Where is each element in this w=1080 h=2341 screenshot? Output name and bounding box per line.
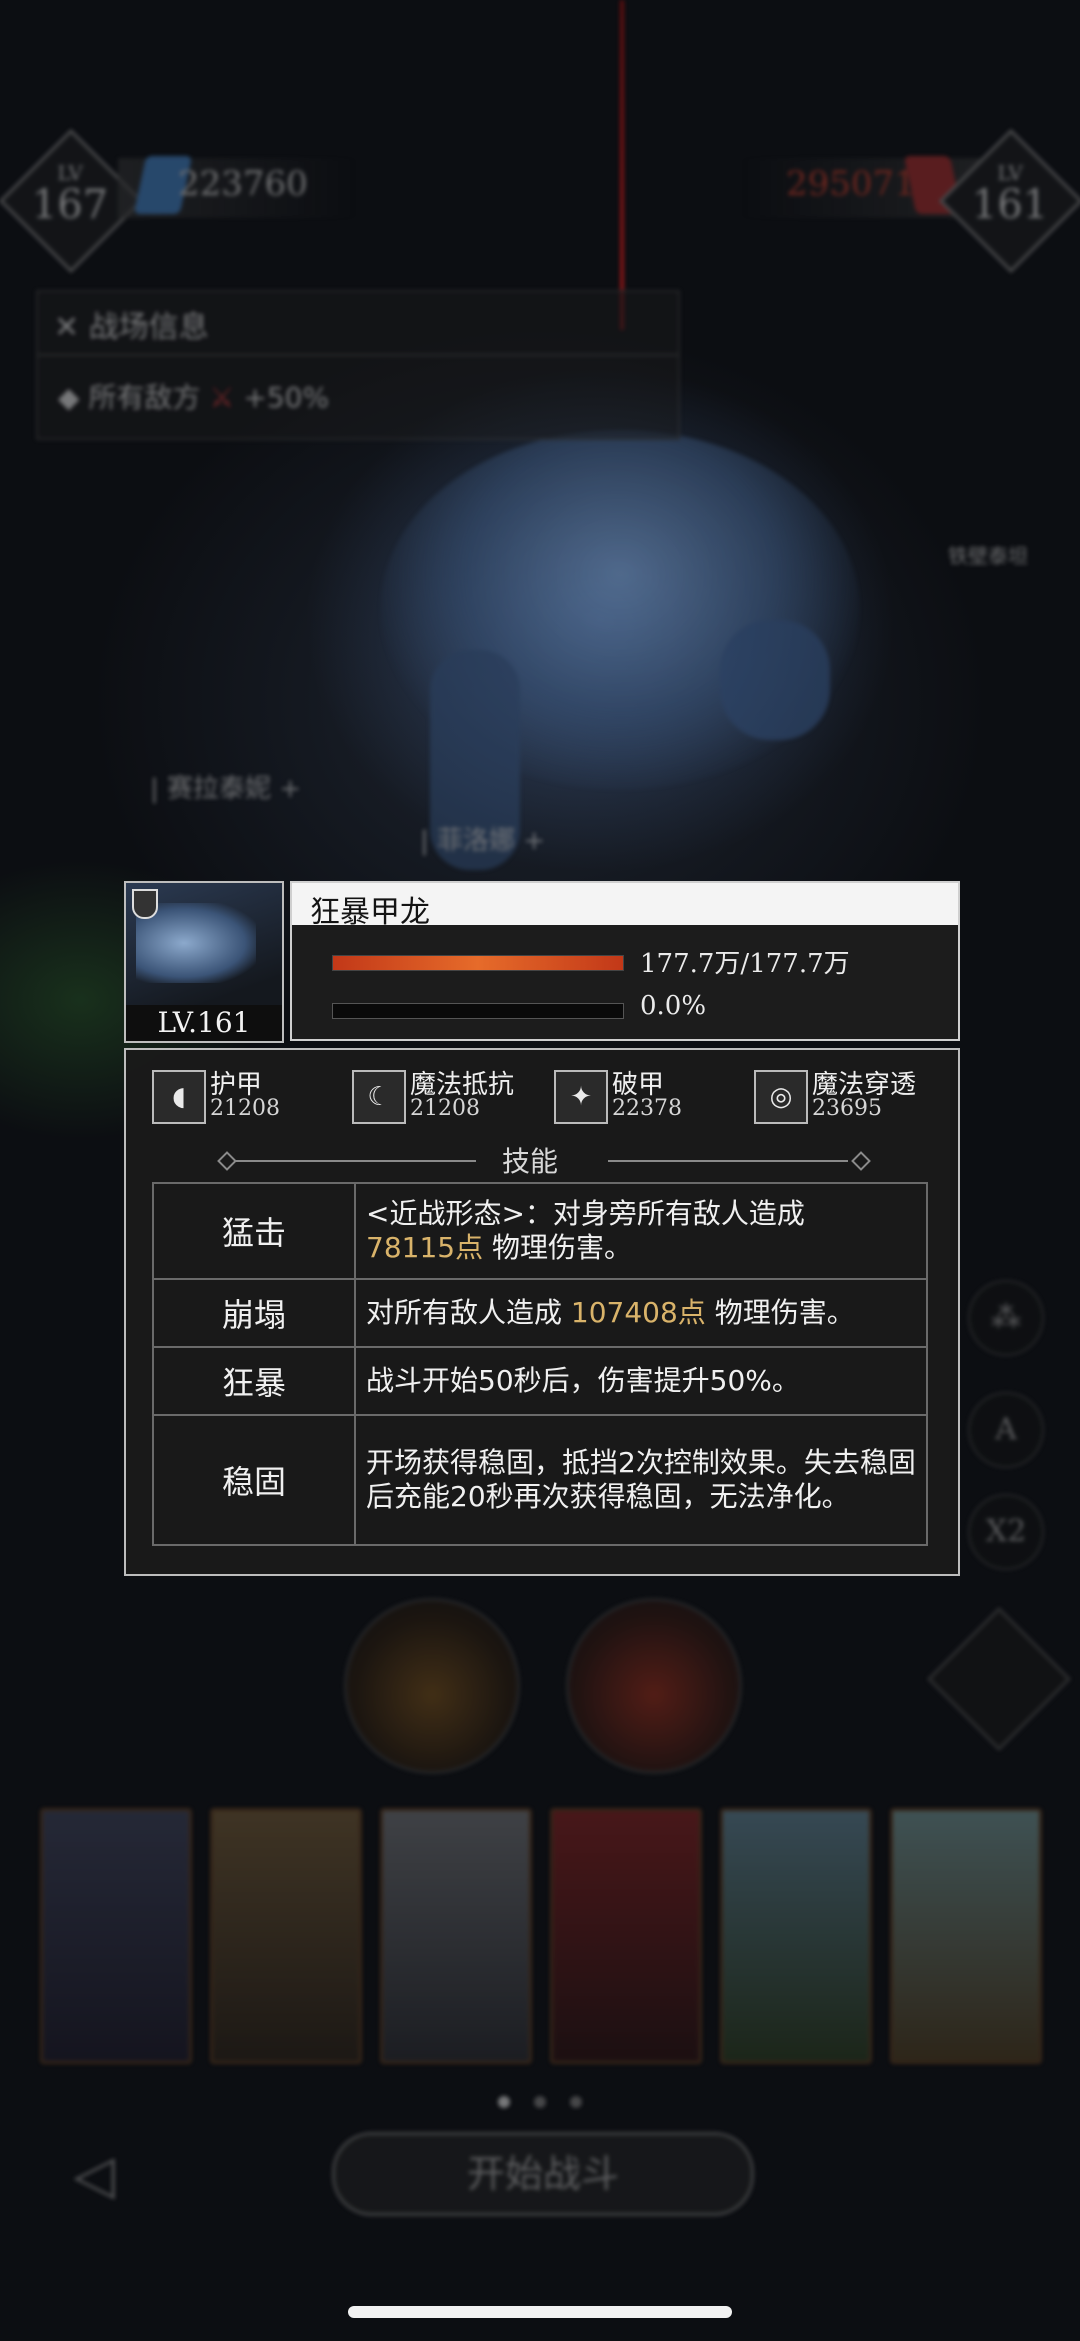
hero-card[interactable]	[550, 1808, 702, 2064]
ornament-icon	[851, 1151, 871, 1171]
boss-hp-fill	[333, 956, 623, 970]
player-level-value: 167	[31, 182, 109, 228]
player-power: 223760	[178, 164, 308, 204]
enemy-level-value: 161	[971, 182, 1049, 228]
boss-level: LV.161	[126, 1005, 282, 1041]
player-level: LV 167	[22, 162, 118, 226]
skill-damage-value: 78115点	[366, 1231, 484, 1264]
boss-portrait: LV.161	[124, 881, 284, 1043]
boss-hp-text: 177.7万/177.7万	[640, 949, 850, 979]
stat-value: 22378	[612, 1096, 682, 1121]
boss-detail-panel: ◖ 护甲 21208 ☾ 魔法抵抗 21208 ✦ 破甲 22378 ◎ 魔法穿…	[124, 1048, 960, 1576]
hero-name-label: | 赛拉泰妮 +	[150, 774, 302, 804]
skill-description: <近战形态>：对身旁所有敌人造成 78115点 物理伤害。	[354, 1182, 928, 1280]
page-dot	[570, 2096, 582, 2108]
stat-value: 21208	[210, 1096, 280, 1121]
hero-card[interactable]	[380, 1808, 532, 2064]
back-icon[interactable]: ◁	[54, 2140, 134, 2210]
skill-name: 猛击	[152, 1182, 356, 1280]
hero-card[interactable]	[720, 1808, 872, 2064]
skill-orb-red[interactable]	[566, 1598, 742, 1774]
enemy-level-label: LV	[997, 161, 1023, 185]
hero-name-label: | 菲洛娜 +	[420, 826, 546, 856]
armor-break-icon: ✦	[554, 1070, 608, 1124]
hero-card[interactable]	[40, 1808, 192, 2064]
ornament-icon	[217, 1151, 237, 1171]
armor-icon: ◖	[152, 1070, 206, 1124]
skill-row: 稳固 开场获得稳固，抵挡2次控制效果。失去稳固后充能20秒再次获得稳固，无法净化…	[152, 1414, 928, 1546]
skills-table: 猛击 <近战形态>：对身旁所有敌人造成 78115点 物理伤害。 崩塌 对所有敌人…	[152, 1182, 928, 1546]
hero-card[interactable]	[210, 1808, 362, 2064]
sword-icon: ⚔	[209, 381, 235, 414]
page-dot-active	[498, 2096, 510, 2108]
start-battle-button[interactable]: 开始战斗	[332, 2132, 754, 2216]
battle-info-title: ✕ 战场信息	[54, 310, 209, 345]
player-level-label: LV	[57, 161, 83, 185]
skills-heading: 技能	[126, 1140, 958, 1180]
skill-name: 狂暴	[152, 1346, 356, 1416]
skill-row: 狂暴 战斗开始50秒后，伤害提升50%。	[152, 1346, 928, 1416]
skill-description: 对所有敌人造成 107408点 物理伤害。	[354, 1278, 928, 1348]
hero-card[interactable]	[890, 1808, 1042, 2064]
boss-energy-bar	[332, 1003, 624, 1019]
magic-resist-icon: ☾	[352, 1070, 406, 1124]
skill-orb-gold[interactable]	[344, 1598, 520, 1774]
boss-name: 狂暴甲龙	[310, 895, 430, 930]
skill-name: 稳固	[152, 1414, 356, 1546]
home-indicator[interactable]	[348, 2306, 732, 2318]
boss-name-bar: 狂暴甲龙	[292, 883, 958, 930]
boss-energy-text: 0.0%	[640, 991, 707, 1021]
stat-value: 23695	[812, 1096, 882, 1121]
skill-row: 猛击 <近战形态>：对身旁所有敌人造成 78115点 物理伤害。	[152, 1182, 928, 1280]
shield-icon	[132, 889, 158, 919]
divider	[236, 1160, 476, 1162]
battle-buff: ◆ 所有敌方 ⚔ +50%	[58, 381, 330, 414]
enemy-power: 295071	[786, 164, 916, 204]
stat-value: 21208	[410, 1096, 480, 1121]
skill-row: 崩塌 对所有敌人造成 107408点 物理伤害。	[152, 1278, 928, 1348]
enemy-level: LV 161	[962, 162, 1058, 226]
skill-description: 开场获得稳固，抵挡2次控制效果。失去稳固后充能20秒再次获得稳固，无法净化。	[354, 1414, 928, 1546]
page-dot	[534, 2096, 546, 2108]
skills-heading-label: 技能	[502, 1145, 559, 1178]
boss-status-panel: 狂暴甲龙 177.7万/177.7万 0.0%	[290, 881, 960, 1041]
formation-icon[interactable]: ⁂	[968, 1280, 1044, 1356]
battle-info-panel[interactable]: ✕ 战场信息 ◆ 所有敌方 ⚔ +50%	[36, 290, 680, 440]
boss-leg	[720, 620, 830, 740]
skill-damage-value: 107408点	[570, 1296, 706, 1329]
speed-button[interactable]: X2	[968, 1494, 1044, 1570]
targeting-laser	[620, 0, 624, 330]
divider	[608, 1160, 848, 1162]
auto-button[interactable]: A	[968, 1392, 1044, 1468]
hero-name-label: 铁壁泰坦	[948, 544, 1028, 568]
boss-hp-bar	[332, 955, 624, 971]
skill-name: 崩塌	[152, 1278, 356, 1348]
skill-description: 战斗开始50秒后，伤害提升50%。	[354, 1346, 928, 1416]
magic-penetration-icon: ◎	[754, 1070, 808, 1124]
divider	[38, 354, 678, 356]
